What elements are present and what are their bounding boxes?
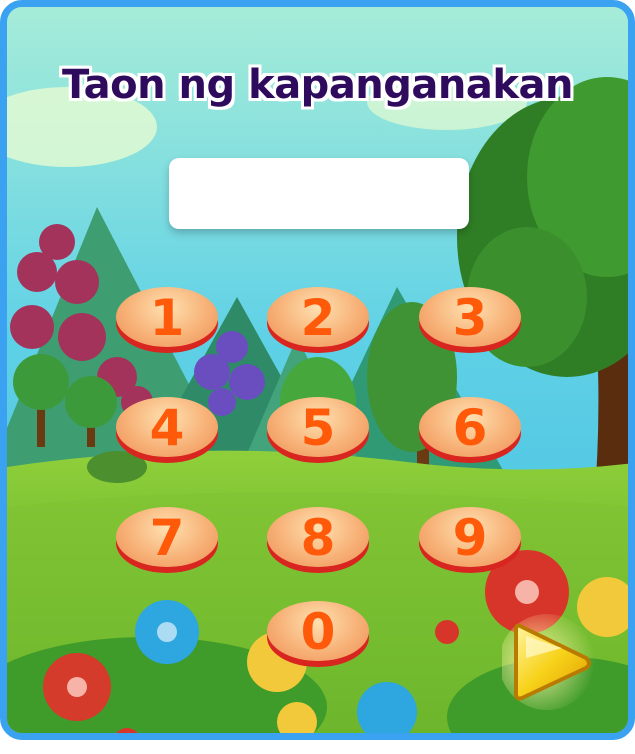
- key-digit: 1: [149, 289, 185, 347]
- game-frame: Taon ng kapanganakan 1 2 3 4 5 6 7 8 9 0: [0, 0, 635, 740]
- key-digit: 6: [452, 399, 488, 457]
- digit-key-0[interactable]: 0: [267, 601, 369, 667]
- play-arrow-icon: [499, 614, 595, 710]
- key-digit: 5: [300, 399, 336, 457]
- digit-key-5[interactable]: 5: [267, 397, 369, 463]
- digit-key-4[interactable]: 4: [116, 397, 218, 463]
- key-digit: 0: [300, 603, 336, 661]
- key-face: 4: [116, 397, 218, 457]
- digit-key-3[interactable]: 3: [419, 287, 521, 353]
- digit-key-8[interactable]: 8: [267, 507, 369, 573]
- key-digit: 2: [300, 289, 336, 347]
- birth-year-input[interactable]: [169, 158, 469, 229]
- key-face: 8: [267, 507, 369, 567]
- key-face: 3: [419, 287, 521, 347]
- key-digit: 3: [452, 289, 488, 347]
- key-face: 6: [419, 397, 521, 457]
- digit-key-6[interactable]: 6: [419, 397, 521, 463]
- page-title: Taon ng kapanganakan: [62, 62, 573, 108]
- key-face: 9: [419, 507, 521, 567]
- digit-key-9[interactable]: 9: [419, 507, 521, 573]
- key-face: 5: [267, 397, 369, 457]
- next-button[interactable]: [499, 612, 602, 712]
- key-digit: 7: [149, 509, 185, 567]
- key-face: 2: [267, 287, 369, 347]
- key-digit: 9: [452, 509, 488, 567]
- digit-key-2[interactable]: 2: [267, 287, 369, 353]
- digit-key-1[interactable]: 1: [116, 287, 218, 353]
- key-face: 7: [116, 507, 218, 567]
- key-digit: 8: [300, 509, 336, 567]
- key-face: 0: [267, 601, 369, 661]
- key-digit: 4: [149, 399, 185, 457]
- digit-key-7[interactable]: 7: [116, 507, 218, 573]
- key-face: 1: [116, 287, 218, 347]
